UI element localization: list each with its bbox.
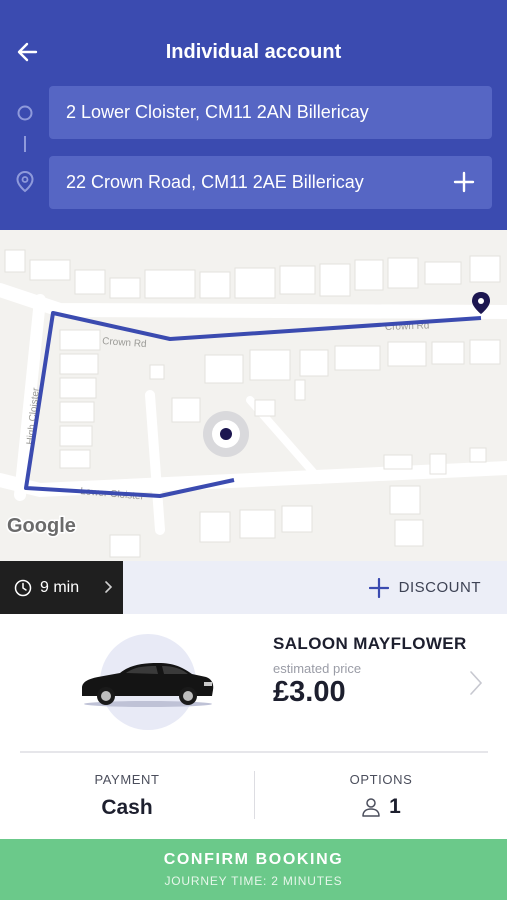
plus-icon bbox=[368, 577, 389, 598]
vehicle-selector[interactable]: SALOON MAYFLOWER estimated price £3.00 bbox=[0, 614, 507, 751]
chevron-right-icon bbox=[105, 581, 113, 593]
google-logo: Google bbox=[7, 515, 76, 537]
origin-circle-icon bbox=[17, 105, 33, 121]
estimated-price-label: estimated price bbox=[273, 661, 362, 676]
street-label-crown-rd-west: Crown Rd bbox=[102, 336, 147, 350]
pickup-address-text: 2 Lower Cloister, CM11 2AN Billericay bbox=[66, 102, 369, 122]
destination-pin-icon bbox=[16, 170, 34, 193]
journey-time-label: JOURNEY TIME: 2 MINUTES bbox=[164, 874, 343, 888]
vehicle-price: £3.00 bbox=[273, 676, 346, 708]
payment-selector[interactable]: PAYMENT Cash bbox=[0, 753, 254, 839]
discount-button[interactable]: DISCOUNT bbox=[368, 561, 481, 614]
confirm-booking-label: CONFIRM BOOKING bbox=[163, 851, 344, 868]
confirm-booking-button[interactable]: CONFIRM BOOKING JOURNEY TIME: 2 MINUTES bbox=[0, 839, 507, 900]
current-location-icon bbox=[203, 411, 249, 457]
map-canvas: Crown Rd Crown Rd High Cloister Lower Cl… bbox=[0, 249, 507, 558]
route-indicator bbox=[16, 105, 34, 193]
options-selector[interactable]: OPTIONS 1 bbox=[255, 753, 507, 839]
add-stop-plus-icon[interactable] bbox=[452, 170, 476, 194]
payment-value: Cash bbox=[101, 796, 153, 819]
discount-label: DISCOUNT bbox=[398, 579, 481, 596]
payment-label: PAYMENT bbox=[94, 772, 160, 787]
chevron-right-icon bbox=[470, 671, 483, 695]
trip-info-bar: 9 min DISCOUNT bbox=[0, 561, 507, 614]
person-icon bbox=[362, 798, 380, 817]
clock-icon bbox=[14, 579, 32, 596]
passenger-count-value: 1 bbox=[389, 795, 401, 818]
trip-duration-button[interactable]: 9 min bbox=[0, 561, 123, 614]
vehicle-name: SALOON MAYFLOWER bbox=[273, 634, 467, 653]
header: Individual account 2 Lower Cloister, CM1… bbox=[0, 0, 507, 230]
route-map[interactable]: Crown Rd Crown Rd High Cloister Lower Cl… bbox=[0, 230, 507, 561]
destination-address-field[interactable]: 22 Crown Road, CM11 2AE Billericay bbox=[49, 156, 492, 209]
trip-duration-text: 9 min bbox=[40, 578, 80, 596]
options-label: OPTIONS bbox=[349, 772, 413, 787]
payment-options-row: PAYMENT Cash OPTIONS 1 bbox=[0, 753, 507, 839]
destination-address-text: 22 Crown Road, CM11 2AE Billericay bbox=[66, 172, 364, 192]
pickup-address-field[interactable]: 2 Lower Cloister, CM11 2AN Billericay bbox=[49, 86, 492, 139]
passenger-count: 1 bbox=[255, 795, 507, 819]
page-title: Individual account bbox=[165, 41, 342, 63]
saloon-car-icon bbox=[82, 663, 214, 707]
